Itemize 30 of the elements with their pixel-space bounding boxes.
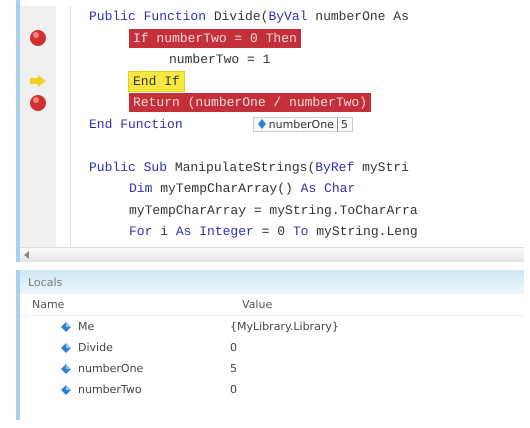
variable-icon	[60, 384, 72, 396]
code-line: numberTwo = 1	[169, 52, 270, 68]
horizontal-scrollbar[interactable]	[20, 247, 524, 262]
variable-icon	[60, 320, 72, 332]
breakpoint-icon[interactable]	[29, 94, 47, 112]
code-line: myTempCharArray = myString.ToCharArra	[129, 202, 418, 218]
column-header[interactable]: Value	[242, 298, 524, 311]
variable-value: 5	[230, 362, 238, 375]
variable-value: {MyLibrary.Library}	[230, 320, 340, 333]
variable-icon	[60, 342, 72, 354]
panel-title: Locals	[20, 270, 524, 294]
data-tip[interactable]: numberOne 5	[252, 116, 353, 132]
tip-name: numberOne	[268, 118, 334, 131]
variable-value: 0	[230, 341, 238, 354]
code-line: Dim myTempCharArray() As Char	[129, 181, 356, 196]
code-line: Public Function Divide(ByVal numberOne As	[89, 9, 409, 24]
breakpoint-icon[interactable]	[29, 29, 47, 48]
code-line: End Function	[89, 116, 183, 132]
code-line: For i As Integer = 0 To myString.Leng	[129, 224, 418, 240]
scroll-left-icon[interactable]	[24, 251, 30, 259]
variable-name: numberTwo	[78, 383, 142, 396]
column-header[interactable]: Name	[32, 298, 242, 311]
variable-name: Me	[78, 320, 94, 333]
variable-icon	[60, 362, 72, 374]
variable-value: 0	[230, 383, 238, 396]
variable-name: numberOne	[78, 362, 144, 375]
code-line: Public Sub ManipulateStrings(ByRef myStri	[89, 160, 409, 175]
tip-value: 5	[336, 118, 348, 131]
variable-name: Divide	[78, 341, 113, 354]
field-icon	[258, 119, 266, 130]
